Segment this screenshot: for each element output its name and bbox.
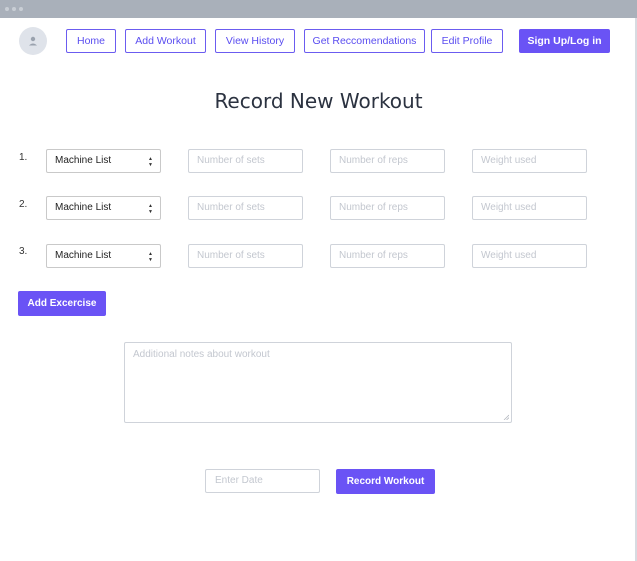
nav-add-workout-button[interactable]: Add Workout bbox=[125, 29, 206, 53]
notes-placeholder: Additional notes about workout bbox=[133, 349, 270, 360]
resize-handle-icon[interactable] bbox=[503, 414, 509, 420]
window-dot-icon bbox=[5, 7, 9, 11]
reps-input[interactable]: Number of reps bbox=[330, 244, 445, 268]
sets-input[interactable]: Number of sets bbox=[188, 244, 303, 268]
add-exercise-button[interactable]: Add Excercise bbox=[18, 291, 106, 316]
exercise-number: 2. bbox=[19, 199, 28, 210]
window-dot-icon bbox=[19, 7, 23, 11]
machine-select-value: Machine List bbox=[55, 250, 112, 261]
avatar[interactable] bbox=[19, 27, 47, 55]
sets-input[interactable]: Number of sets bbox=[188, 196, 303, 220]
nav-home-button[interactable]: Home bbox=[66, 29, 116, 53]
reps-input[interactable]: Number of reps bbox=[330, 196, 445, 220]
notes-textarea[interactable]: Additional notes about workout bbox=[124, 342, 512, 423]
machine-select[interactable]: Machine List ▲ ▼ bbox=[46, 196, 161, 220]
updown-arrows-icon: ▲ ▼ bbox=[148, 203, 153, 215]
weight-input[interactable]: Weight used bbox=[472, 244, 587, 268]
nav-view-history-button[interactable]: View History bbox=[215, 29, 295, 53]
date-input[interactable]: Enter Date bbox=[205, 469, 320, 493]
sets-input[interactable]: Number of sets bbox=[188, 149, 303, 173]
nav-edit-profile-button[interactable]: Edit Profile bbox=[431, 29, 503, 53]
exercise-number: 3. bbox=[19, 246, 28, 257]
updown-arrows-icon: ▲ ▼ bbox=[148, 251, 153, 263]
record-workout-button[interactable]: Record Workout bbox=[336, 469, 435, 494]
machine-select[interactable]: Machine List ▲ ▼ bbox=[46, 149, 161, 173]
reps-input[interactable]: Number of reps bbox=[330, 149, 445, 173]
window-titlebar bbox=[0, 0, 637, 18]
exercise-number: 1. bbox=[19, 152, 28, 163]
nav-signup-button[interactable]: Sign Up/Log in bbox=[519, 29, 610, 53]
weight-input[interactable]: Weight used bbox=[472, 196, 587, 220]
machine-select-value: Machine List bbox=[55, 155, 112, 166]
window-dot-icon bbox=[12, 7, 16, 11]
machine-select-value: Machine List bbox=[55, 202, 112, 213]
machine-select[interactable]: Machine List ▲ ▼ bbox=[46, 244, 161, 268]
nav-recommendations-button[interactable]: Get Reccomendations bbox=[304, 29, 425, 53]
user-icon bbox=[29, 36, 37, 46]
updown-arrows-icon: ▲ ▼ bbox=[148, 156, 153, 168]
page-title: Record New Workout bbox=[214, 89, 423, 113]
weight-input[interactable]: Weight used bbox=[472, 149, 587, 173]
